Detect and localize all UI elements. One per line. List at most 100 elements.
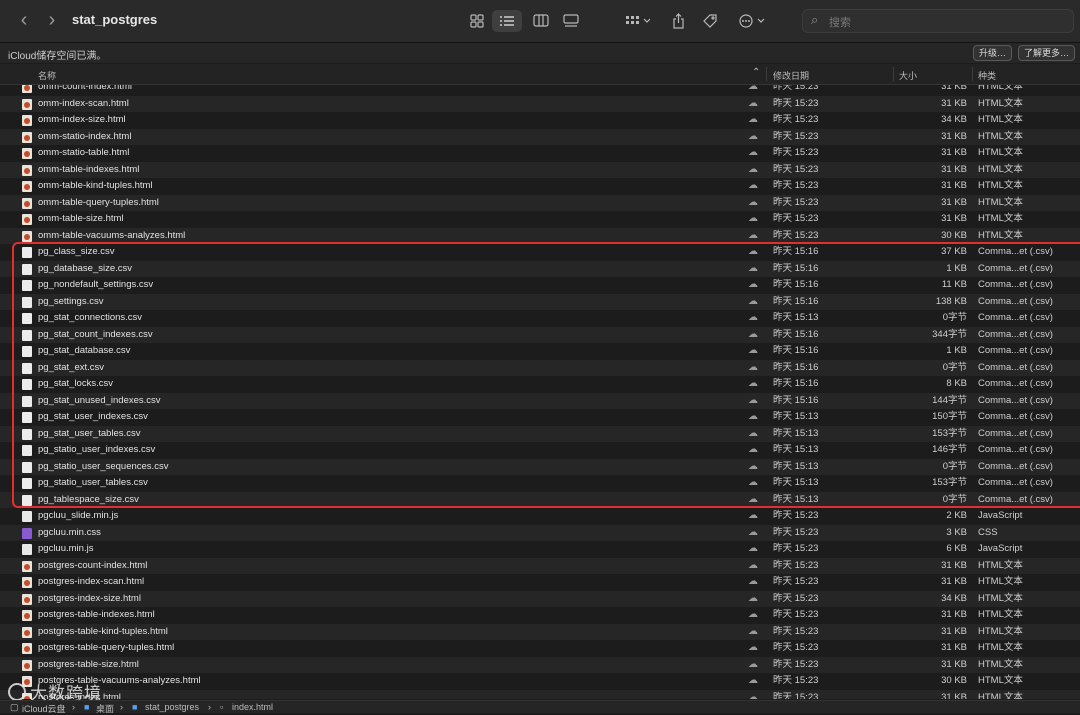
- file-row[interactable]: postgres-index.html ☁ 昨天 15:23 31 KB HTML文本: [0, 689, 1080, 700]
- file-row[interactable]: omm-count-index.html ☁ 昨天 15:23 31 KB HTML文本: [0, 85, 1080, 96]
- learn-more-button[interactable]: 了解更多…: [1018, 45, 1076, 61]
- tag-icon[interactable]: [700, 10, 720, 32]
- file-row[interactable]: pg_class_size.csv ☁ 昨天 15:16 37 KB Comma...e…: [0, 244, 1080, 261]
- file-row[interactable]: pg_stat_database.csv ☁ 昨天 15:16 1 KB Comma..…: [0, 343, 1080, 360]
- file-row[interactable]: pg_statio_user_tables.csv ☁ 昨天 15:13 153字节 C…: [0, 475, 1080, 492]
- csv-file-icon: [22, 445, 32, 456]
- file-row[interactable]: postgres-table-size.html ☁ 昨天 15:23 31 KB HT…: [0, 656, 1080, 673]
- file-kind: Comma...et (.csv): [978, 279, 1053, 290]
- list-view-icon[interactable]: [492, 10, 522, 32]
- file-row[interactable]: pgcluu.min.js ☁ 昨天 15:23 6 KB JavaScript: [0, 541, 1080, 558]
- sort-ascending-icon: ⌃: [752, 67, 761, 78]
- css-file-icon: [22, 527, 32, 539]
- icloud-status-icon: ☁: [748, 427, 758, 439]
- file-size: 31 KB: [941, 213, 967, 224]
- file-row[interactable]: pg_stat_ext.csv ☁ 昨天 15:16 0字节 Comma...et (.…: [0, 359, 1080, 376]
- column-modified[interactable]: 修改日期: [773, 69, 809, 82]
- path-bar: ▢ iCloud云盘 › ■ 桌面 › ■ stat_postgres › ▫ …: [0, 700, 1080, 715]
- path-file-icon: ▫: [220, 702, 224, 712]
- icloud-status-icon: ☁: [748, 592, 758, 604]
- file-size: 31 KB: [941, 97, 967, 109]
- file-row[interactable]: pg_nondefault_settings.csv ☁ 昨天 15:16 11 KB…: [0, 277, 1080, 294]
- csv-file-icon: [22, 346, 32, 357]
- file-name: postgres-table-indexes.html: [38, 609, 155, 620]
- file-kind: Comma...et (.csv): [978, 460, 1053, 472]
- file-row[interactable]: pg_database_size.csv ☁ 昨天 15:16 1 KB Comma..…: [0, 260, 1080, 277]
- forward-icon[interactable]: ›: [40, 9, 64, 33]
- file-row[interactable]: omm-index-size.html ☁ 昨天 15:23 34 KB HTML文本: [0, 112, 1080, 129]
- file-row[interactable]: pg_stat_count_indexes.csv ☁ 昨天 15:16 344字节 C…: [0, 326, 1080, 343]
- gallery-view-icon[interactable]: [560, 10, 582, 32]
- file-row[interactable]: postgres-index-scan.html ☁ 昨天 15:23 31 KB HT…: [0, 574, 1080, 591]
- file-row[interactable]: pg_stat_locks.csv ☁ 昨天 15:16 8 KB Comma...et…: [0, 376, 1080, 393]
- file-date: 昨天 15:23: [773, 229, 819, 241]
- file-date: 昨天 15:23: [773, 658, 819, 670]
- file-row[interactable]: pg_tablespace_size.csv ☁ 昨天 15:13 0字节 Comma.…: [0, 491, 1080, 508]
- file-date: 昨天 15:23: [773, 180, 819, 191]
- file-row[interactable]: postgres-table-vacuums-analyzes.html ☁ 昨天 …: [0, 673, 1080, 690]
- file-row[interactable]: postgres-table-query-tuples.html ☁ 昨天 15:2…: [0, 640, 1080, 657]
- path-segment[interactable]: iCloud云盘: [22, 702, 66, 715]
- file-date: 昨天 15:23: [773, 163, 819, 175]
- file-size: 31 KB: [941, 147, 967, 158]
- file-row[interactable]: pg_statio_user_sequences.csv ☁ 昨天 15:13 0字节…: [0, 458, 1080, 475]
- file-row[interactable]: postgres-table-indexes.html ☁ 昨天 15:23 31 K…: [0, 607, 1080, 624]
- file-size: 34 KB: [941, 592, 967, 604]
- path-segment[interactable]: stat_postgres: [145, 702, 199, 712]
- upgrade-button[interactable]: 升级…: [973, 45, 1013, 61]
- file-row[interactable]: omm-table-indexes.html ☁ 昨天 15:23 31 KB HTML…: [0, 161, 1080, 178]
- file-kind: HTML文本: [978, 147, 1023, 158]
- file-row[interactable]: omm-index-scan.html ☁ 昨天 15:23 31 KB HTML文本: [0, 95, 1080, 112]
- file-row[interactable]: omm-statio-table.html ☁ 昨天 15:23 31 KB HTML文…: [0, 145, 1080, 162]
- more-actions-icon[interactable]: [736, 10, 768, 32]
- file-row[interactable]: pgcluu.min.css ☁ 昨天 15:23 3 KB CSS: [0, 524, 1080, 541]
- icloud-status-icon: ☁: [748, 642, 758, 653]
- file-row[interactable]: pgcluu_slide.min.js ☁ 昨天 15:23 2 KB JavaScri…: [0, 508, 1080, 525]
- back-icon[interactable]: ‹: [12, 9, 36, 33]
- html-file-icon: [22, 181, 32, 192]
- column-size[interactable]: 大小: [899, 69, 917, 82]
- file-size: 0字节: [942, 460, 967, 472]
- file-size: 31 KB: [941, 196, 967, 208]
- file-name: pg_stat_database.csv: [38, 345, 131, 356]
- file-row[interactable]: pg_stat_connections.csv ☁ 昨天 15:13 0字节 Comma…: [0, 310, 1080, 327]
- file-row[interactable]: omm-statio-index.html ☁ 昨天 15:23 31 KB HTML文…: [0, 128, 1080, 145]
- file-date: 昨天 15:23: [773, 691, 819, 700]
- column-view-icon[interactable]: [530, 10, 552, 32]
- file-row[interactable]: postgres-count-index.html ☁ 昨天 15:23 31 KB H…: [0, 557, 1080, 574]
- icon-view-icon[interactable]: [466, 10, 488, 32]
- file-date: 昨天 15:23: [773, 510, 819, 521]
- file-date: 昨天 15:16: [773, 246, 819, 257]
- file-kind: HTML文本: [978, 229, 1023, 241]
- icloud-status-icon: ☁: [748, 97, 758, 109]
- search-field[interactable]: ⌕ 搜索: [802, 9, 1074, 33]
- column-kind[interactable]: 种类: [978, 69, 996, 82]
- file-row[interactable]: omm-table-size.html ☁ 昨天 15:23 31 KB HTML文本: [0, 211, 1080, 228]
- share-icon[interactable]: [668, 10, 688, 32]
- file-name: pg_stat_user_indexes.csv: [38, 411, 148, 422]
- file-row[interactable]: pg_stat_user_tables.csv ☁ 昨天 15:13 153字节 Com…: [0, 425, 1080, 442]
- file-date: 昨天 15:23: [773, 196, 819, 208]
- file-size: 34 KB: [941, 114, 967, 125]
- file-row[interactable]: omm-table-query-tuples.html ☁ 昨天 15:23 31 K…: [0, 194, 1080, 211]
- file-kind: HTML文本: [978, 180, 1023, 191]
- csv-file-icon: [22, 461, 32, 473]
- file-row[interactable]: omm-table-kind-tuples.html ☁ 昨天 15:23 31 KB…: [0, 178, 1080, 195]
- file-row[interactable]: omm-table-vacuums-analyzes.html ☁ 昨天 15:23…: [0, 227, 1080, 244]
- file-row[interactable]: postgres-table-kind-tuples.html ☁ 昨天 15:23…: [0, 623, 1080, 640]
- file-row[interactable]: pg_stat_user_indexes.csv ☁ 昨天 15:13 150字节 Co…: [0, 409, 1080, 426]
- file-name: pg_class_size.csv: [38, 246, 115, 257]
- file-date: 昨天 15:23: [773, 97, 819, 109]
- column-name[interactable]: 名称: [38, 69, 56, 82]
- file-row[interactable]: pg_settings.csv ☁ 昨天 15:16 138 KB Comma...et…: [0, 293, 1080, 310]
- file-row[interactable]: postgres-index-size.html ☁ 昨天 15:23 34 KB HT…: [0, 590, 1080, 607]
- csv-file-icon: [22, 362, 32, 374]
- path-segment[interactable]: 桌面: [96, 702, 114, 715]
- file-row[interactable]: pg_statio_user_indexes.csv ☁ 昨天 15:13 146字节…: [0, 442, 1080, 459]
- group-by-icon[interactable]: [622, 10, 654, 32]
- path-segment[interactable]: index.html: [232, 702, 273, 712]
- file-size: 37 KB: [941, 246, 967, 257]
- icloud-status-icon: ☁: [748, 295, 758, 307]
- file-date: 昨天 15:23: [773, 609, 819, 620]
- file-row[interactable]: pg_stat_unused_indexes.csv ☁ 昨天 15:16 144字节…: [0, 392, 1080, 409]
